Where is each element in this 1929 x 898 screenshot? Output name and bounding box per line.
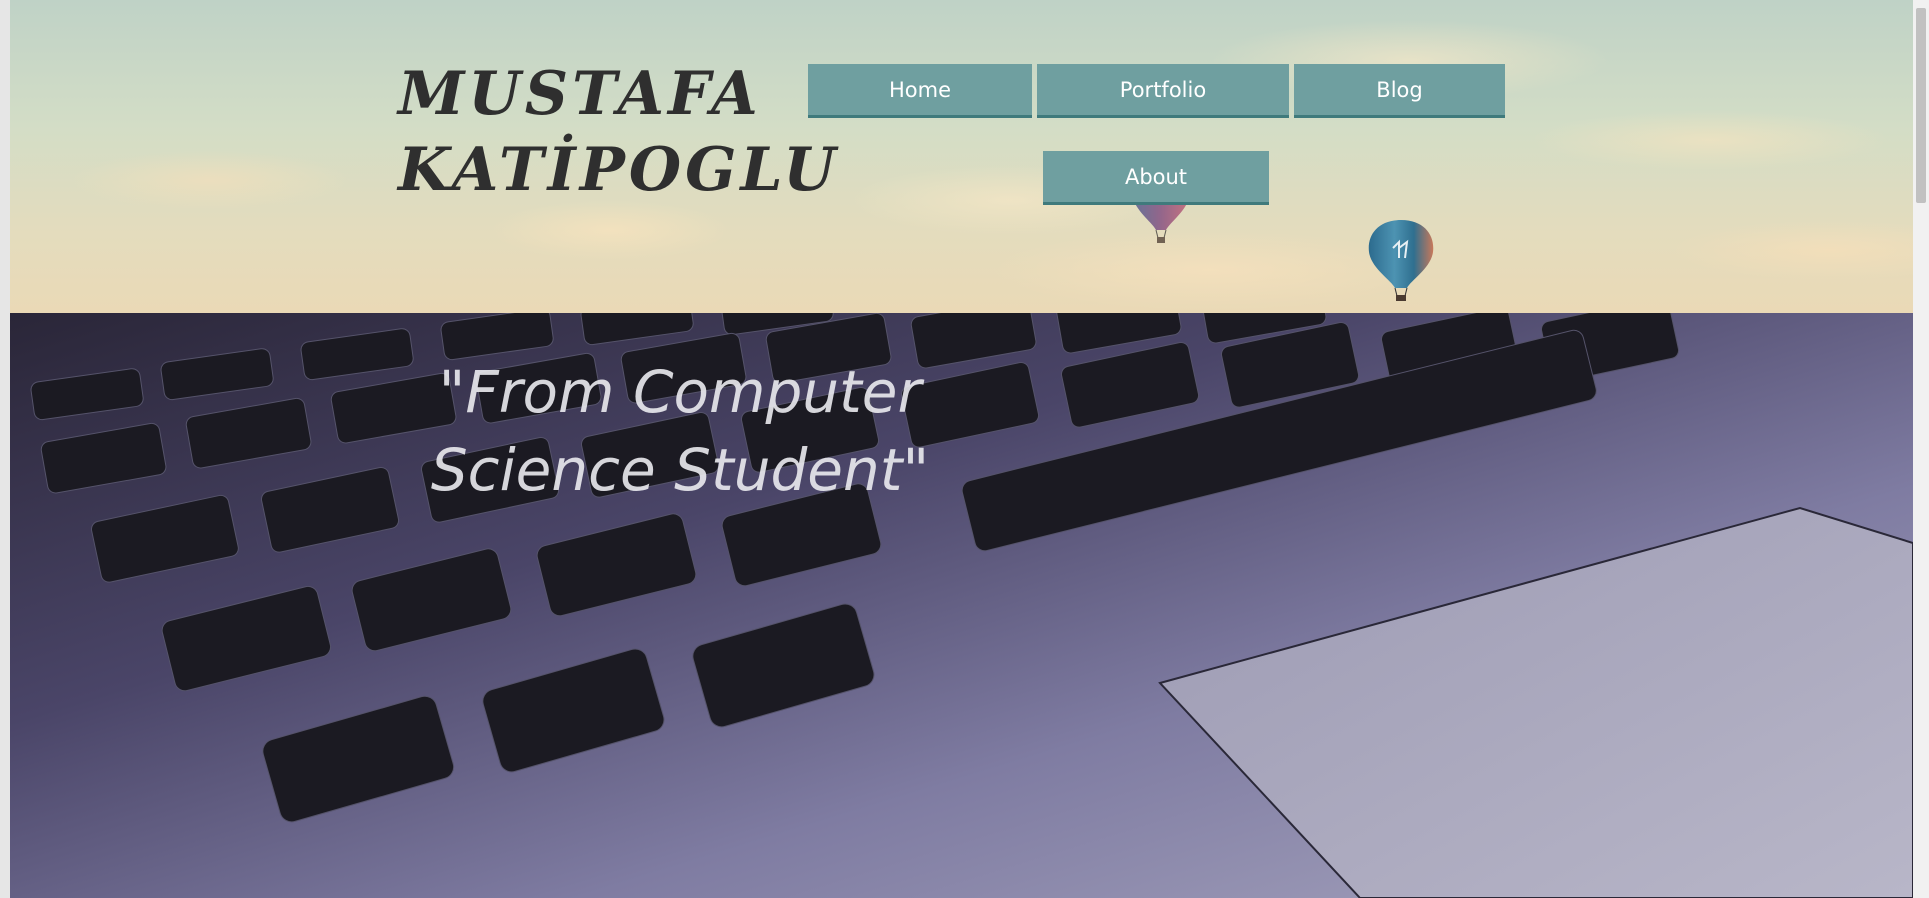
nav-about-button[interactable]: About (1043, 151, 1269, 205)
laptop-keyboard-image (10, 313, 1913, 898)
header: MUSTAFA KATİPOGLU Home Portfolio Blog Ab… (10, 0, 1913, 313)
site: MUSTAFA KATİPOGLU Home Portfolio Blog Ab… (10, 0, 1913, 898)
nav-blog-button[interactable]: Blog (1294, 64, 1505, 118)
page: MUSTAFA KATİPOGLU Home Portfolio Blog Ab… (0, 0, 1929, 898)
hero-quote: "From Computer Science Student" (410, 353, 950, 509)
logo-line-last: KATİPOGLU (398, 135, 840, 205)
hero-quote-line: Science Student" (430, 436, 930, 504)
left-gutter (0, 0, 10, 898)
logo-line-first: MUSTAFA (398, 59, 762, 129)
vertical-scrollbar[interactable] (1913, 0, 1929, 898)
nav-portfolio-button[interactable]: Portfolio (1037, 64, 1289, 118)
nav-home-button[interactable]: Home (808, 64, 1032, 118)
hero-quote-line: "From Computer (438, 358, 922, 426)
site-logo[interactable]: MUSTAFA KATİPOGLU (398, 56, 840, 208)
hot-air-balloon-icon (1368, 220, 1434, 301)
scrollbar-thumb[interactable] (1916, 8, 1926, 203)
hero-section: "From Computer Science Student" (10, 313, 1913, 898)
